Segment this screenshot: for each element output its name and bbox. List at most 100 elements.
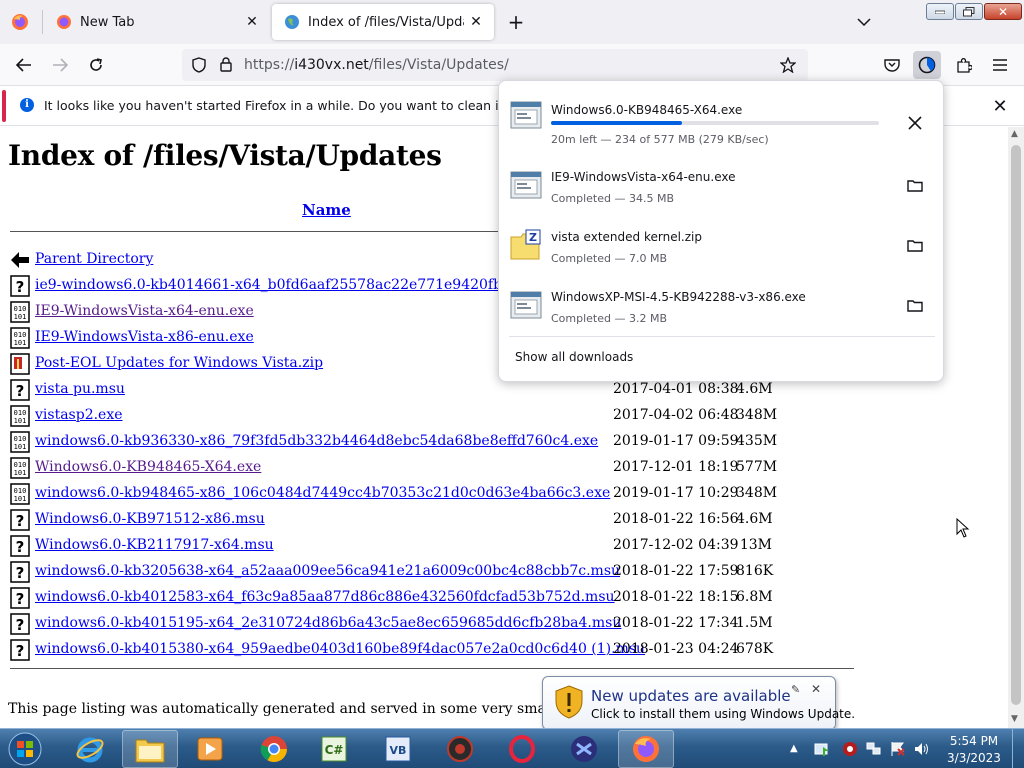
last-modified: 2018-01-22 17:34: [613, 615, 739, 631]
screen: New Tab ✕ Index of /files/Vista/Updates …: [0, 0, 1024, 768]
download-item[interactable]: Windows6.0-KB948465-X64.exe 20m left — 2…: [499, 85, 945, 146]
list-all-tabs-button[interactable]: [852, 10, 876, 34]
action-center-flag-icon[interactable]: [890, 741, 906, 757]
reload-button[interactable]: [82, 51, 110, 79]
taskbar-visual-studio[interactable]: [556, 730, 612, 768]
show-in-folder-button[interactable]: [903, 173, 927, 197]
file-link[interactable]: Windows6.0-KB2117917-x64.msu: [35, 537, 274, 553]
opera-icon: [509, 735, 535, 763]
forward-button[interactable]: [46, 51, 74, 79]
back-button[interactable]: [10, 51, 38, 79]
downloads-button[interactable]: [913, 51, 941, 79]
taskbar-chrome[interactable]: [246, 730, 302, 768]
close-icon[interactable]: ✕: [811, 682, 821, 696]
vertical-scrollbar[interactable]: ▲ ▼: [1008, 127, 1024, 728]
file-link[interactable]: vista pu.msu: [35, 381, 125, 397]
file-link[interactable]: ie9-windows6.0-kb4014661-x64_b0fd6aaf255…: [35, 277, 538, 293]
clock-date[interactable]: 3/3/2023: [946, 751, 1002, 765]
show-hidden-icons-button[interactable]: ▲: [790, 743, 806, 759]
footer-text: This page listing was automatically gene…: [8, 701, 605, 717]
clock-time[interactable]: 5:54 PM: [948, 734, 1000, 748]
taskbar-app[interactable]: [432, 730, 488, 768]
new-tab-button[interactable]: +: [502, 8, 530, 36]
file-link[interactable]: vistasp2.exe: [35, 407, 123, 423]
file-size: 435M: [736, 433, 778, 449]
antivirus-icon[interactable]: [842, 741, 858, 757]
column-header-name[interactable]: Name: [302, 201, 351, 219]
taskbar-file-explorer[interactable]: [122, 730, 178, 768]
download-progress-bar: [551, 121, 879, 125]
close-icon: ✕: [992, 95, 1008, 117]
firefox-view-button[interactable]: [4, 6, 36, 38]
taskbar-opera[interactable]: [494, 730, 550, 768]
close-tab-icon[interactable]: ✕: [240, 10, 264, 34]
cancel-download-button[interactable]: [903, 111, 927, 135]
minimize-button[interactable]: [926, 3, 954, 20]
svg-text:101: 101: [14, 417, 27, 425]
file-link[interactable]: IE9-WindowsVista-x86-enu.exe: [35, 329, 254, 345]
close-tab-icon[interactable]: ✕: [464, 10, 488, 34]
table-row: ? windows6.0-kb4015195-x64_2e310724d86b6a…: [10, 611, 810, 635]
taskbar-media-player[interactable]: [182, 730, 238, 768]
download-item[interactable]: WindowsXP-MSI-4.5-KB942288-v3-x86.exe Co…: [499, 275, 945, 335]
pocket-button[interactable]: [878, 51, 906, 79]
restore-button[interactable]: [955, 3, 983, 20]
tab-index-updates[interactable]: Index of /files/Vista/Updates ✕: [272, 4, 494, 40]
bookmark-star-icon[interactable]: [780, 57, 796, 73]
extensions-button[interactable]: [950, 51, 978, 79]
show-desktop-button[interactable]: [1012, 729, 1024, 768]
file-link[interactable]: Parent Directory: [35, 251, 153, 267]
forward-arrow-icon: [53, 58, 68, 72]
close-notification-button[interactable]: ✕: [988, 94, 1012, 118]
scroll-up-icon[interactable]: ▲: [1011, 129, 1018, 139]
file-link[interactable]: windows6.0-kb4015380-x64_959aedbe0403d16…: [35, 641, 645, 657]
download-item[interactable]: IE9-WindowsVista-x64-enu.exe Completed —…: [499, 155, 945, 215]
show-all-downloads-button[interactable]: Show all downloads: [515, 350, 633, 364]
last-modified: 2018-01-23 04:24: [613, 641, 739, 657]
network-icon[interactable]: [866, 741, 882, 757]
download-status: Completed — 34.5 MB: [551, 192, 675, 205]
taskbar-vb-app[interactable]: VB: [370, 730, 426, 768]
download-status: Completed — 7.0 MB: [551, 252, 668, 265]
windows-update-notification[interactable]: New updates are available Click to insta…: [542, 676, 855, 730]
scroll-down-icon[interactable]: ▼: [1011, 714, 1018, 724]
file-size: 6.8M: [736, 589, 773, 605]
file-size: 1.5M: [736, 615, 773, 631]
show-in-folder-button[interactable]: [903, 233, 927, 257]
table-row: 010 101 Windows6.0-KB948465-X64.exe 2017-12…: [10, 455, 810, 479]
url-bar[interactable]: https://i430vx.net/files/Vista/Updates/: [182, 49, 808, 81]
hamburger-menu-icon: [993, 59, 1007, 71]
downloads-panel: Windows6.0-KB948465-X64.exe 20m left — 2…: [498, 80, 944, 382]
show-in-folder-button[interactable]: [903, 293, 927, 317]
last-modified: 2017-12-02 04:39: [613, 537, 739, 553]
vb-icon: VB: [385, 736, 411, 762]
file-link[interactable]: Windows6.0-KB948465-X64.exe: [35, 459, 261, 475]
file-link[interactable]: windows6.0-kb4015195-x64_2e310724d86b6a4…: [35, 615, 621, 631]
close-window-button[interactable]: ✕: [984, 3, 1022, 20]
notification-accent: [2, 90, 6, 122]
volume-icon[interactable]: [914, 741, 930, 757]
download-item[interactable]: Z vista extended kernel.zip Completed — …: [499, 215, 945, 275]
firefox-icon: [633, 736, 659, 762]
tab-new-tab[interactable]: New Tab ✕: [44, 4, 270, 40]
file-link[interactable]: windows6.0-kb936330-x86_79f3fd5db332b446…: [35, 433, 598, 449]
taskbar-firefox[interactable]: [618, 730, 674, 768]
scroll-thumb[interactable]: [1011, 145, 1021, 705]
windows-start-orb-icon: [8, 732, 42, 766]
url-text[interactable]: https://i430vx.net/files/Vista/Updates/: [244, 57, 509, 73]
file-link[interactable]: windows6.0-kb4012583-x64_f63c9a85aa877d8…: [35, 589, 615, 605]
unknown-file-icon: ?: [10, 561, 30, 583]
file-link[interactable]: windows6.0-kb3205638-x64_a52aaa009ee56ca…: [35, 563, 620, 579]
file-link[interactable]: Windows6.0-KB971512-x86.msu: [35, 511, 265, 527]
taskbar-csharp-app[interactable]: C#: [306, 730, 362, 768]
file-link[interactable]: IE9-WindowsVista-x64-enu.exe: [35, 303, 254, 319]
file-link[interactable]: Post-EOL Updates for Windows Vista.zip: [35, 355, 323, 371]
file-link[interactable]: windows6.0-kb948465-x86_106c0484d7449cc4…: [35, 485, 610, 501]
windows-update-tray-icon[interactable]: [814, 741, 830, 757]
start-button[interactable]: [3, 730, 47, 768]
table-row: 010 101 windows6.0-kb948465-x86_106c0484d7…: [10, 481, 810, 505]
pin-icon[interactable]: ✎: [791, 683, 800, 696]
taskbar-internet-explorer[interactable]: [62, 730, 118, 768]
app-menu-button[interactable]: [986, 51, 1014, 79]
svg-text:?: ?: [16, 278, 25, 296]
